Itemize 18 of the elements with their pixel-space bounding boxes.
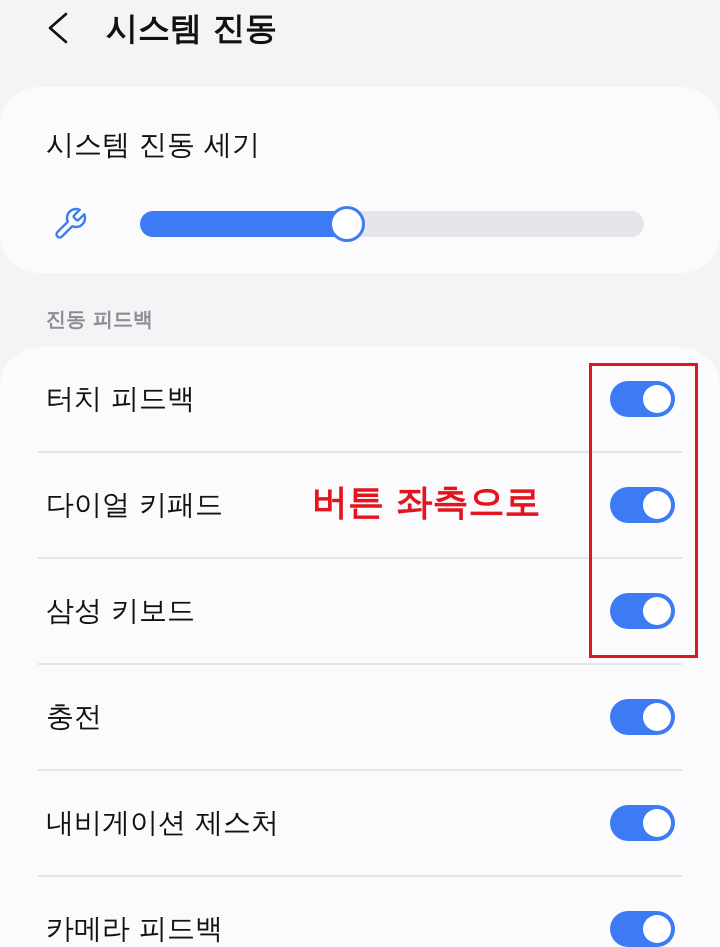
page-title: 시스템 진동	[106, 8, 278, 48]
setting-label: 충전	[46, 699, 102, 735]
annotation-text: 버튼 좌측으로	[312, 482, 541, 524]
toggle-switch[interactable]	[610, 487, 675, 523]
intensity-title: 시스템 진동 세기	[46, 127, 261, 163]
back-button[interactable]	[46, 12, 70, 44]
toggle-switch[interactable]	[610, 381, 675, 417]
setting-label: 카메라 피드백	[46, 911, 223, 947]
toggle-switch[interactable]	[610, 593, 675, 629]
setting-label: 터치 피드백	[46, 381, 195, 417]
chevron-left-icon	[47, 12, 69, 44]
setting-label: 다이얼 키패드	[46, 487, 223, 523]
setting-label: 내비게이션 제스처	[46, 805, 279, 841]
toggle-switch[interactable]	[610, 805, 675, 841]
section-header: 진동 피드백	[45, 306, 154, 333]
setting-label: 삼성 키보드	[46, 593, 195, 629]
toggle-switch[interactable]	[610, 911, 675, 947]
toggle-switch[interactable]	[610, 699, 675, 735]
